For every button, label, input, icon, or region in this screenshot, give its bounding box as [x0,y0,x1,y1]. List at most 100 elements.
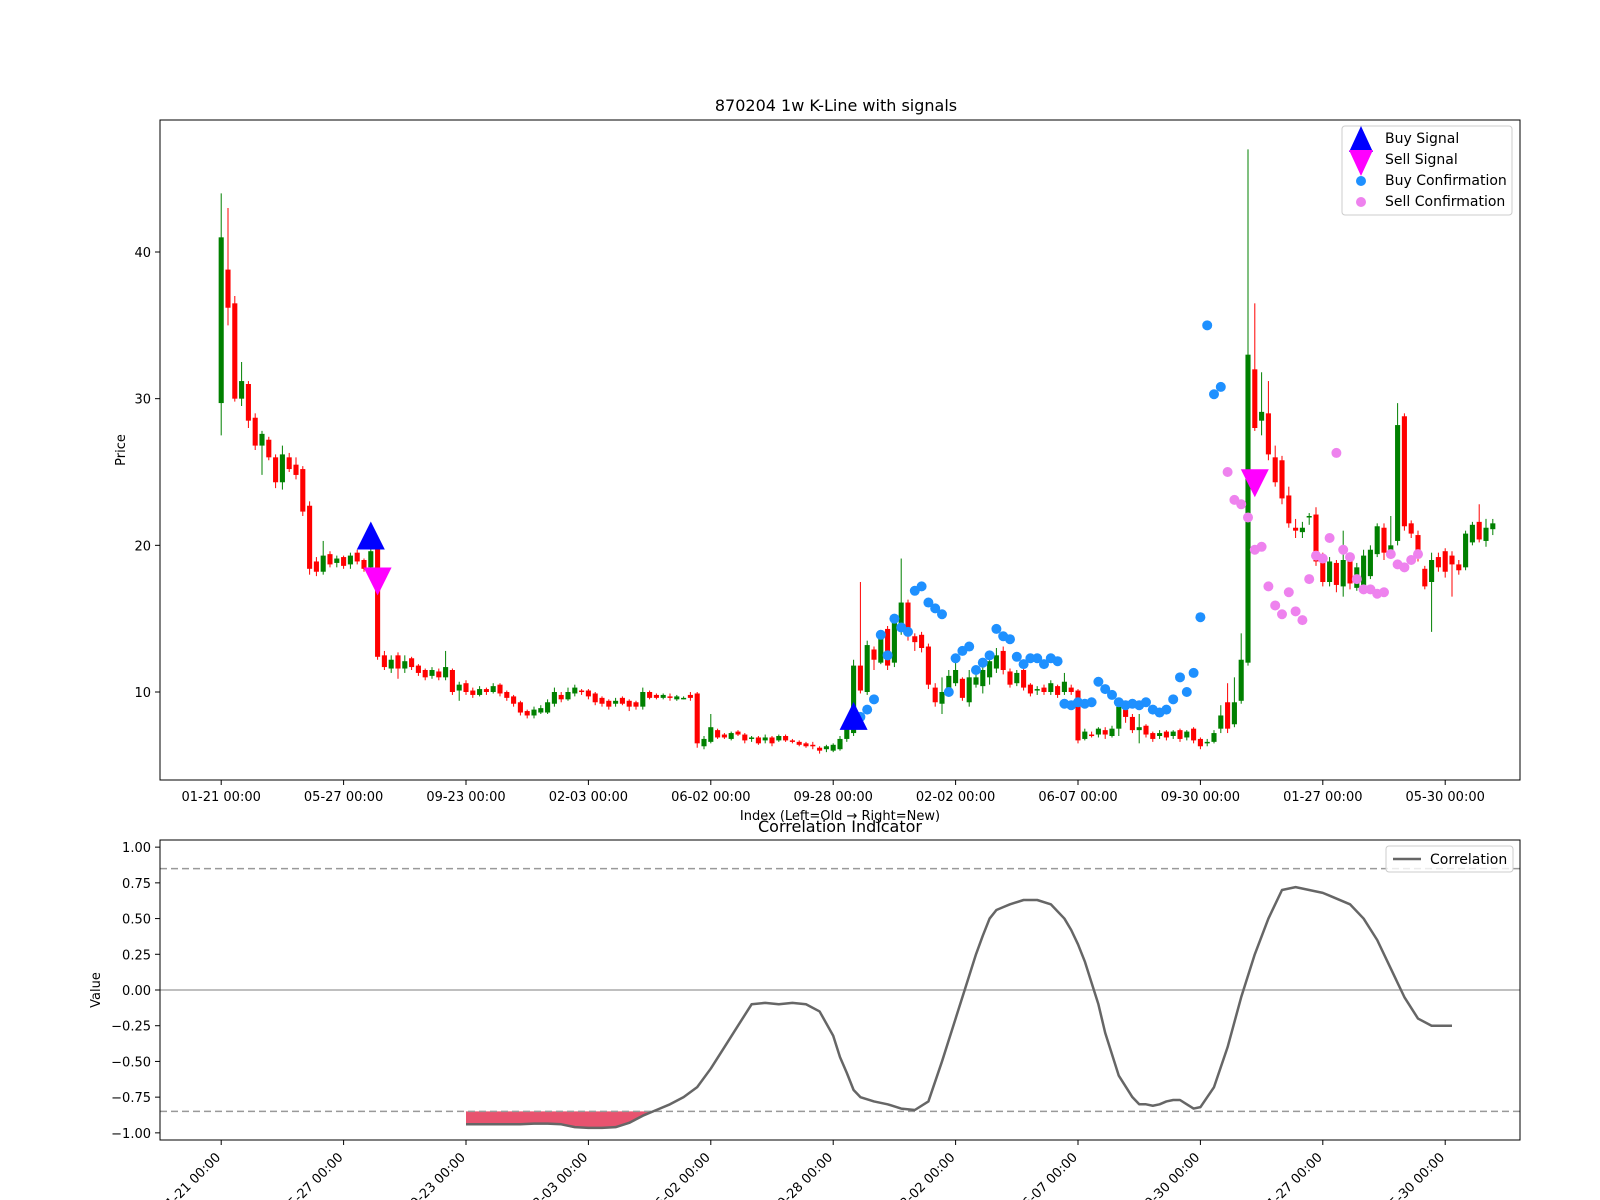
candle-body [429,670,435,676]
sell-confirmation-point [1222,467,1233,477]
candle-body [925,646,931,685]
candle-body [375,548,381,657]
candle-body [436,671,442,678]
x-tick-label: 02-03 00:00 [549,790,628,805]
buy-confirmation-point [950,653,961,664]
candle-body [769,737,775,744]
buy-confirmation-point [971,665,981,675]
candle-body [388,659,394,669]
candle-body [674,696,680,700]
candle-body [1490,523,1496,530]
legend-sell-signal-label: Sell Signal [1385,152,1458,168]
x-tick-label: 09-30 00:00 [1136,1150,1203,1200]
candle-body [409,658,415,668]
candle-body [633,702,639,707]
candle-body [694,693,700,744]
sell-confirmation-point [1379,587,1389,598]
candle-body [864,645,870,692]
candle-body [1401,416,1407,527]
candle-body [1374,526,1380,555]
buy-confirmation-point [862,704,873,715]
candle-body [1293,527,1299,531]
buy-confirmation-point [1107,689,1117,700]
buy-confirmation-point [1175,672,1185,683]
buy-confirmation-point [1005,634,1015,645]
candle-body [347,555,353,565]
candle-body [1109,728,1115,736]
candle-body [987,661,993,678]
candle-body [558,694,564,700]
legend-buy-confirmation-marker [1356,176,1366,186]
candle-body [334,558,340,563]
x-tick-label: 06-02 00:00 [671,790,750,805]
candle-body [1055,686,1061,695]
buy-confirmation-point [875,629,886,640]
buy-confirmation-point [869,694,879,705]
candle-body [456,684,462,691]
candle-body [973,677,979,685]
candle-body [1259,411,1265,421]
candle-body [762,737,768,741]
x-tick-label: 05-27 00:00 [280,1150,347,1200]
kline-ylabel: Price [114,434,129,466]
candle-body [647,692,653,698]
candle-body [572,687,578,694]
x-tick-label: 05-30 00:00 [1381,1150,1448,1200]
sell-confirmation-point [1297,615,1308,626]
sell-confirmation-point [1283,587,1294,598]
candle-body [1435,557,1441,568]
sell-signal-marker [363,567,392,596]
sell-confirmation-point [1324,533,1335,543]
candle-body [368,551,374,568]
buy-confirmation-point [1202,320,1213,331]
y-tick-label: 40 [134,246,151,261]
candle-body [796,741,802,745]
x-tick-label: 09-23 00:00 [426,790,505,805]
candle-body [1204,741,1210,744]
candle-body [354,552,360,562]
candle-body [1211,733,1217,742]
sell-confirmation-point [1317,553,1328,564]
x-tick-label: 09-28 00:00 [794,790,873,805]
buy-confirmation-point [1195,612,1206,623]
candle-body [1238,659,1244,701]
buy-confirmation-point [991,623,1002,634]
candle-body [830,744,836,751]
buy-confirmation-point [984,650,995,661]
candle-body [1136,727,1142,731]
sell-confirmation-point [1304,574,1315,585]
candle-body [497,684,503,694]
sell-confirmation-point [1270,600,1281,611]
correlation-title: Correlation Indicator [758,817,922,836]
candle-body [1265,413,1271,455]
candle-body [980,670,986,687]
buy-confirmation-point [903,626,913,637]
candle-body [653,694,659,698]
candle-body [783,736,789,741]
sell-confirmation-point [1385,549,1396,560]
candle-body [517,702,523,713]
candle-body [1102,730,1108,735]
candle-body [755,737,761,744]
candle-body [1150,733,1156,739]
sell-confirmation-point [1413,549,1423,560]
buy-confirmation-point [1161,704,1172,715]
sell-confirmation-point [1256,541,1267,552]
x-tick-label: 01-21 00:00 [182,790,261,805]
y-tick-label: 20 [134,539,151,554]
y-tick-label: 10 [134,686,151,701]
candle-body [1021,670,1027,688]
candle-body [293,464,299,475]
x-tick-label: 02-02 00:00 [892,1150,959,1200]
candle-body [1449,555,1455,565]
sell-confirmation-point [1243,512,1253,523]
buy-confirmation-point [1093,676,1104,687]
legend-sell-confirmation-marker [1356,197,1366,207]
x-tick-label: 06-02 00:00 [647,1150,714,1200]
candle-body [687,694,693,698]
sell-confirmation-point [1263,581,1274,592]
candle-body [1191,728,1197,741]
buy-confirmation-point [977,657,988,668]
candle-body [300,469,306,512]
candle-body [286,457,292,470]
